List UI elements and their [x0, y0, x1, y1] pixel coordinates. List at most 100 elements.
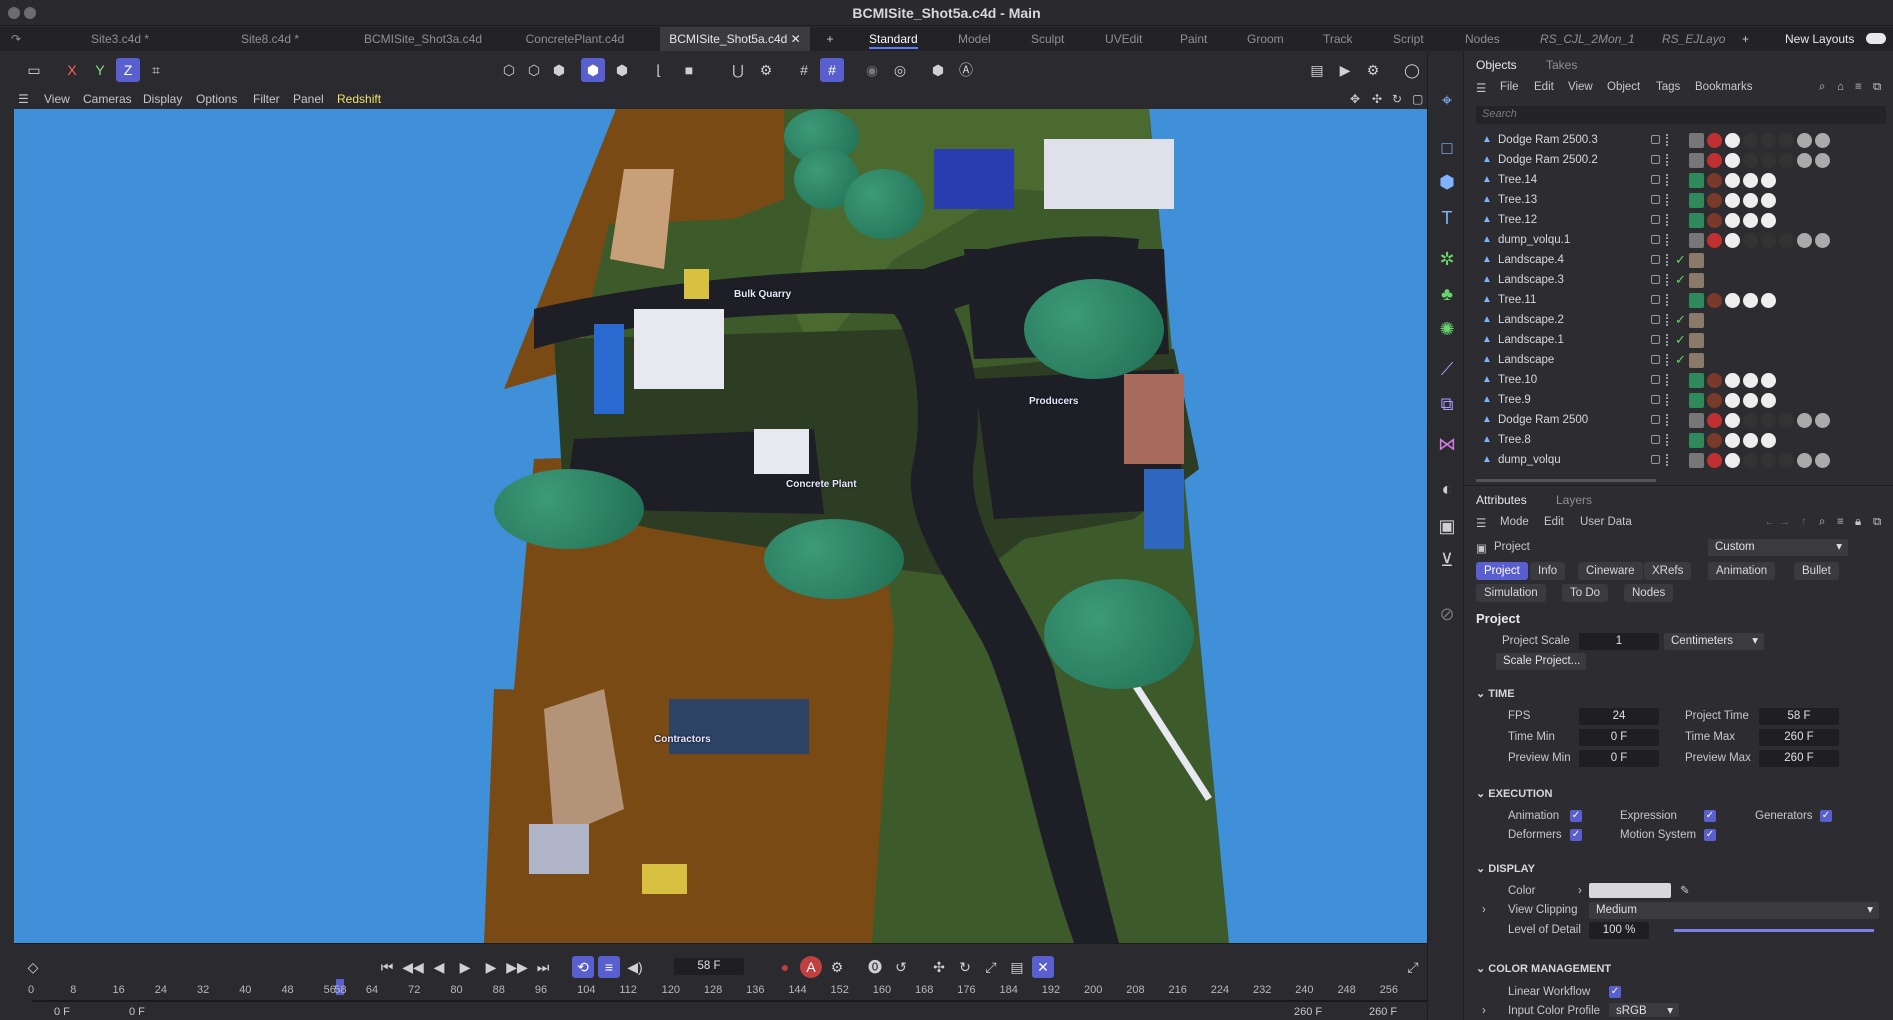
- loop-icon[interactable]: ⟲: [572, 956, 594, 978]
- object-row[interactable]: ▲ Tree.8: [1476, 431, 1886, 451]
- play-icon[interactable]: ▶: [454, 956, 476, 978]
- menu-cameras[interactable]: Cameras: [83, 92, 132, 106]
- attr-tab-bullet[interactable]: Bullet: [1794, 562, 1839, 580]
- object-row[interactable]: ▲ Tree.12: [1476, 211, 1886, 231]
- object-row[interactable]: ▲ Dodge Ram 2500.2: [1476, 151, 1886, 171]
- material-tag-icon[interactable]: [1761, 233, 1776, 248]
- obj-menu-object[interactable]: Object: [1607, 81, 1640, 93]
- color-swatch[interactable]: [1589, 883, 1671, 898]
- layout-standard[interactable]: Standard: [869, 27, 918, 51]
- search-icon[interactable]: ⌕: [1819, 516, 1825, 529]
- material-tag-icon[interactable]: [1689, 273, 1704, 288]
- timeline-expand-icon[interactable]: ⤢: [1402, 956, 1424, 978]
- snap-enable-icon[interactable]: #: [820, 58, 844, 82]
- range-end-b[interactable]: 260 F: [1369, 1006, 1397, 1018]
- material-tag-icon[interactable]: [1743, 453, 1758, 468]
- cube-icon[interactable]: ⬢: [1434, 169, 1460, 195]
- new-layouts-toggle[interactable]: [1866, 33, 1886, 44]
- material-tag-icon[interactable]: [1707, 433, 1722, 448]
- axis-mode-icon[interactable]: ⌊: [647, 58, 671, 82]
- preview-min-field[interactable]: 0 F: [1579, 750, 1659, 767]
- up-arrow-icon[interactable]: ↑: [1801, 516, 1807, 528]
- material-tag-icon[interactable]: [1707, 213, 1722, 228]
- layer-visibility-toggle[interactable]: [1651, 195, 1660, 204]
- obj-menu-tags[interactable]: Tags: [1656, 81, 1680, 93]
- input-profile-dropdown[interactable]: sRGB ▾: [1609, 1003, 1679, 1017]
- filter-icon[interactable]: ≡: [1855, 81, 1862, 93]
- add-layout-icon[interactable]: +: [1742, 27, 1749, 51]
- layer-visibility-toggle[interactable]: [1651, 255, 1660, 264]
- record-icon[interactable]: ●: [774, 956, 796, 978]
- editor-render-dots[interactable]: [1666, 254, 1670, 266]
- attr-menu-mode[interactable]: Mode: [1500, 516, 1529, 528]
- material-tag-icon[interactable]: [1743, 153, 1758, 168]
- material-tag-icon[interactable]: [1797, 453, 1812, 468]
- range-start-a[interactable]: 0 F: [54, 1006, 70, 1018]
- enabled-check-icon[interactable]: ✓: [1675, 312, 1686, 328]
- brush-icon[interactable]: ⊘: [1434, 601, 1460, 627]
- tab-objects[interactable]: Objects: [1476, 58, 1517, 72]
- linear-workflow-checkbox[interactable]: ✓: [1609, 986, 1621, 998]
- editor-render-dots[interactable]: [1666, 394, 1670, 406]
- section-color-management[interactable]: ⌄ COLOR MANAGEMENT: [1476, 962, 1611, 975]
- project-time-field[interactable]: 58 F: [1759, 708, 1839, 725]
- material-tag-icon[interactable]: [1689, 413, 1704, 428]
- field-icon[interactable]: ⧉: [1434, 391, 1460, 417]
- cloner-icon[interactable]: ♣: [1434, 281, 1460, 307]
- material-tag-icon[interactable]: [1689, 253, 1704, 268]
- sync-icon[interactable]: ↷: [6, 27, 26, 51]
- material-tag-icon[interactable]: [1761, 173, 1776, 188]
- section-execution[interactable]: ⌄ EXECUTION: [1476, 787, 1552, 800]
- material-tag-icon[interactable]: [1815, 413, 1830, 428]
- material-tag-icon[interactable]: [1797, 233, 1812, 248]
- material-tag-icon[interactable]: [1761, 373, 1776, 388]
- material-tag-icon[interactable]: [1743, 173, 1758, 188]
- attr-tab-animation[interactable]: Animation: [1708, 562, 1776, 580]
- lock-icon[interactable]: ◎: [888, 58, 912, 82]
- rotate-view-icon[interactable]: ↻: [1392, 92, 1402, 106]
- editor-render-dots[interactable]: [1666, 154, 1670, 166]
- y-axis-toggle[interactable]: Y: [88, 58, 112, 82]
- render-region-icon[interactable]: ⬢: [926, 58, 950, 82]
- points-mode-icon[interactable]: ⬡: [497, 58, 521, 82]
- material-tag-icon[interactable]: [1797, 153, 1812, 168]
- material-tag-icon[interactable]: [1815, 153, 1830, 168]
- tab-layers[interactable]: Layers: [1556, 493, 1592, 507]
- material-tag-icon[interactable]: [1689, 453, 1704, 468]
- material-tag-icon[interactable]: [1743, 413, 1758, 428]
- x-axis-toggle[interactable]: X: [60, 58, 84, 82]
- object-row[interactable]: ▲ Tree.10: [1476, 371, 1886, 391]
- material-tag-icon[interactable]: [1743, 133, 1758, 148]
- material-tag-icon[interactable]: [1743, 393, 1758, 408]
- material-tag-icon[interactable]: [1689, 233, 1704, 248]
- attr-tab-nodes[interactable]: Nodes: [1624, 584, 1674, 602]
- object-search-field[interactable]: Search: [1476, 106, 1886, 124]
- editor-render-dots[interactable]: [1666, 414, 1670, 426]
- camera-icon[interactable]: ◐: [1434, 476, 1460, 502]
- pan-icon[interactable]: ✥: [1350, 92, 1360, 106]
- back-arrow-icon[interactable]: ← →: [1764, 516, 1790, 528]
- material-tag-icon[interactable]: [1707, 193, 1722, 208]
- hamburger-menu-icon[interactable]: ☰: [1476, 81, 1486, 95]
- tab-attributes[interactable]: Attributes: [1476, 493, 1527, 507]
- material-tag-icon[interactable]: [1689, 353, 1704, 368]
- material-tag-icon[interactable]: [1761, 433, 1776, 448]
- attr-tab-to-do[interactable]: To Do: [1562, 584, 1609, 602]
- material-tag-icon[interactable]: [1779, 233, 1794, 248]
- tab-takes[interactable]: Takes: [1546, 58, 1577, 72]
- snap-grid-icon[interactable]: #: [792, 58, 816, 82]
- layout-model[interactable]: Model: [958, 27, 991, 51]
- layout-track[interactable]: Track: [1323, 27, 1353, 51]
- spline-icon[interactable]: ⋈: [1434, 431, 1460, 457]
- lod-field[interactable]: 100 %: [1589, 922, 1649, 939]
- layout-sculpt[interactable]: Sculpt: [1031, 27, 1064, 51]
- expression-checkbox[interactable]: ✓: [1704, 810, 1716, 822]
- polygons-mode-icon[interactable]: ⬢: [547, 58, 571, 82]
- go-to-end-icon[interactable]: ⏭: [532, 956, 554, 978]
- text-tool-icon[interactable]: T: [1434, 205, 1460, 231]
- enabled-check-icon[interactable]: ✓: [1675, 332, 1686, 348]
- editor-render-dots[interactable]: [1666, 314, 1670, 326]
- floor-icon[interactable]: ⊻: [1434, 547, 1460, 573]
- layout-rs-ej[interactable]: RS_EJLayo: [1662, 27, 1725, 51]
- attr-tab-cineware[interactable]: Cineware: [1578, 562, 1643, 580]
